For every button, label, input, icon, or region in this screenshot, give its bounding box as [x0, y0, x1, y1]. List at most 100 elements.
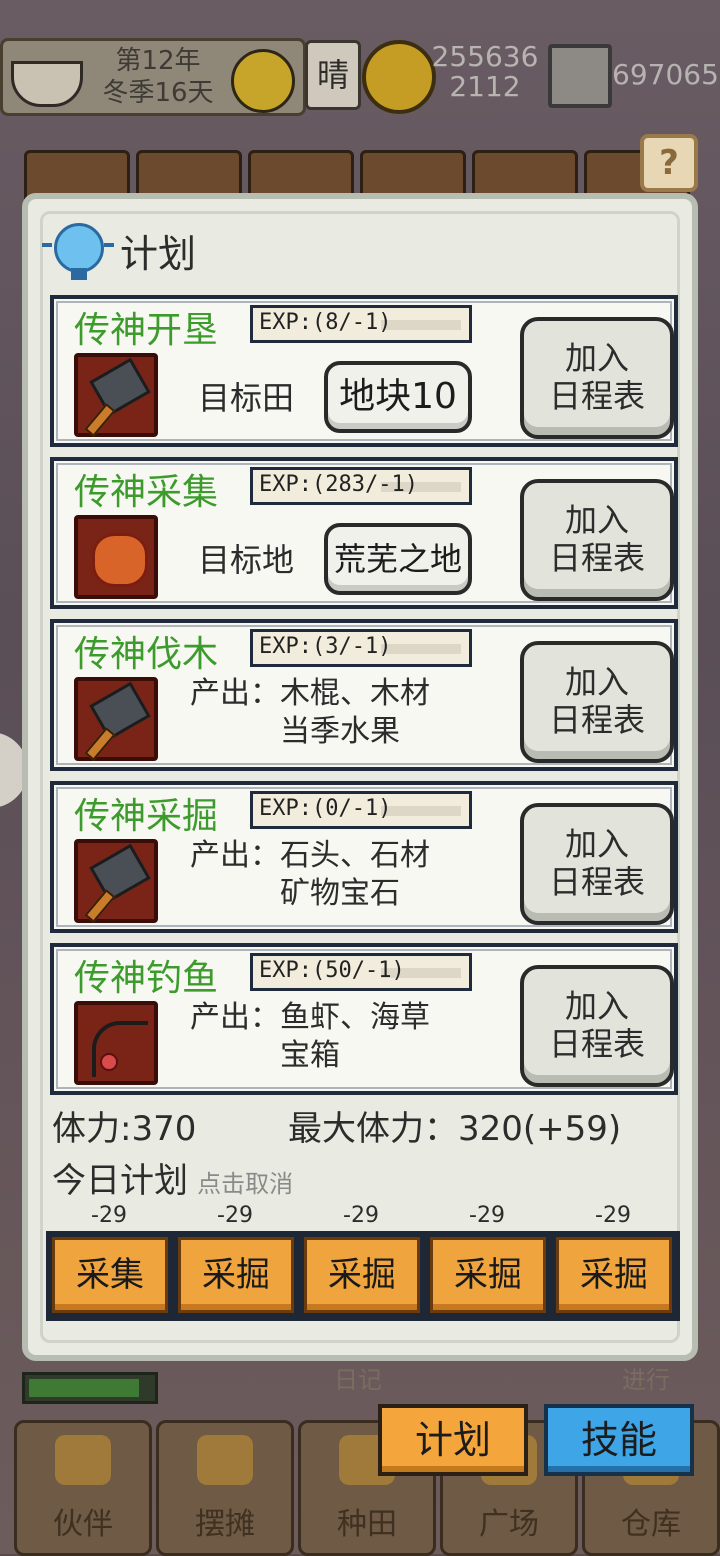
tab-plan-button[interactable]: 计划 [378, 1404, 528, 1476]
stamina-cost: -29 [469, 1203, 505, 1228]
stamina-row: 体力:370 最大体力：320(+59) [52, 1101, 621, 1150]
target-select-button[interactable]: 地块10 [324, 361, 472, 433]
add-label-line1: 加入 [564, 663, 629, 701]
plan-slot-button[interactable]: 采掘 [304, 1237, 420, 1313]
skill-name: 传神采掘 [74, 796, 219, 837]
plan-slot-button[interactable]: 采集 [52, 1237, 168, 1313]
stamina-cost: -29 [343, 1203, 379, 1228]
output-line1: 产出：鱼虾、海草 [190, 1000, 430, 1035]
exp-text: EXP:(0/-1) [259, 796, 392, 821]
add-label-line1: 加入 [564, 339, 629, 377]
background-progress-bar [22, 1372, 158, 1404]
plan-panel: 计划 传神开垦 EXP:(8/-1) 目标田 地块10 加入 日程表 传神采集 … [22, 193, 698, 1361]
bowl-icon [11, 61, 83, 107]
add-label-line2: 日程表 [548, 863, 645, 901]
exp-text: EXP:(50/-1) [259, 958, 405, 983]
exp-text: EXP:(3/-1) [259, 634, 392, 659]
partner-icon [55, 1435, 111, 1485]
add-to-schedule-button[interactable]: 加入 日程表 [520, 803, 674, 925]
top-status-bar: 第12年 冬季16天 晴 255636 2112 697065 [0, 30, 720, 116]
add-label-line1: 加入 [564, 987, 629, 1025]
output-text: 产出：木棍、木材 当季水果 [190, 675, 430, 751]
hammer-icon [74, 839, 158, 923]
hoe-icon [74, 353, 158, 437]
exp-bar: EXP:(283/-1) [250, 467, 472, 505]
nav-partner-button[interactable]: 伙伴 [14, 1420, 152, 1556]
stamina-value: 体力:370 [52, 1109, 197, 1149]
progress-label: 进行 [622, 1366, 670, 1394]
add-label-line2: 日程表 [548, 1025, 645, 1063]
skill-name: 传神伐木 [74, 634, 219, 675]
bulb-ray [42, 243, 52, 247]
add-label-line1: 加入 [564, 825, 629, 863]
skill-card-mining: 传神采掘 EXP:(0/-1) 产出：石头、石材 矿物宝石 加入 日程表 [50, 781, 678, 933]
output-line2: 宝箱 [280, 1038, 340, 1073]
today-plan-header: 今日计划 点击取消 [52, 1153, 293, 1202]
nav-stall-button[interactable]: 摆摊 [156, 1420, 294, 1556]
help-button[interactable]: ? [640, 134, 698, 192]
nav-label: 广场 [479, 1507, 539, 1542]
max-stamina-value: 最大体力：320(+59) [288, 1109, 622, 1149]
nav-label: 仓库 [621, 1507, 681, 1542]
date-panel: 第12年 冬季16天 [0, 38, 306, 116]
target-label: 目标田 [198, 379, 295, 417]
tap-to-cancel-hint: 点击取消 [197, 1170, 294, 1198]
stamina-cost: -29 [91, 1203, 127, 1228]
panel-title: 计划 [120, 232, 197, 276]
skill-card-fishing: 传神钓鱼 EXP:(50/-1) 产出：鱼虾、海草 宝箱 加入 日程表 [50, 943, 678, 1095]
exp-bar: EXP:(50/-1) [250, 953, 472, 991]
skill-name: 传神采集 [74, 472, 219, 513]
date-text: 第12年 冬季16天 [83, 45, 233, 109]
money-display: 255636 2112 [430, 42, 540, 102]
output-line1: 产出：木棍、木材 [190, 676, 430, 711]
plan-slot-button[interactable]: 采掘 [556, 1237, 672, 1313]
gem-icon [548, 44, 612, 108]
coin-icon [362, 40, 436, 114]
exp-bar: EXP:(3/-1) [250, 629, 472, 667]
diary-label: 日记 [334, 1366, 382, 1394]
skill-name: 传神开垦 [74, 310, 219, 351]
nav-label: 种田 [337, 1507, 397, 1542]
skill-name: 传神钓鱼 [74, 958, 219, 999]
flower-icon [74, 515, 158, 599]
money-main: 255636 [431, 40, 539, 73]
lightbulb-icon [54, 223, 104, 280]
year-label: 第12年 [115, 46, 201, 76]
output-text: 产出：石头、石材 矿物宝石 [190, 837, 430, 913]
output-line2: 当季水果 [280, 714, 400, 749]
add-to-schedule-button[interactable]: 加入 日程表 [520, 965, 674, 1087]
gem-count: 697065 [612, 58, 719, 91]
tab-skill-button[interactable]: 技能 [544, 1404, 694, 1476]
skill-card-reclaim: 传神开垦 EXP:(8/-1) 目标田 地块10 加入 日程表 [50, 295, 678, 447]
add-to-schedule-button[interactable]: 加入 日程表 [520, 641, 674, 763]
exp-text: EXP:(8/-1) [259, 310, 392, 335]
money-sub: 2112 [449, 70, 521, 103]
stamina-cost: -29 [217, 1203, 253, 1228]
add-label-line2: 日程表 [548, 539, 645, 577]
add-label-line2: 日程表 [548, 377, 645, 415]
bulb-ray [104, 243, 114, 247]
add-label-line1: 加入 [564, 501, 629, 539]
target-label: 目标地 [198, 541, 295, 579]
weather-label: 晴 [305, 40, 361, 110]
exp-bar: EXP:(0/-1) [250, 791, 472, 829]
plan-slot-button[interactable]: 采掘 [430, 1237, 546, 1313]
day-clock-icon [231, 49, 295, 113]
season-day-label: 冬季16天 [102, 78, 214, 108]
add-to-schedule-button[interactable]: 加入 日程表 [520, 317, 674, 439]
axe-icon [74, 677, 158, 761]
nav-label: 摆摊 [195, 1507, 255, 1542]
plan-slot-row: 采集 采掘 采掘 采掘 采掘 [46, 1231, 680, 1321]
target-select-button[interactable]: 荒芜之地 [324, 523, 472, 595]
exp-bar: EXP:(8/-1) [250, 305, 472, 343]
fishing-rod-icon [74, 1001, 158, 1085]
add-to-schedule-button[interactable]: 加入 日程表 [520, 479, 674, 601]
plan-slot-button[interactable]: 采掘 [178, 1237, 294, 1313]
exp-text: EXP:(283/-1) [259, 472, 418, 497]
skill-card-logging: 传神伐木 EXP:(3/-1) 产出：木棍、木材 当季水果 加入 日程表 [50, 619, 678, 771]
output-line1: 产出：石头、石材 [190, 838, 430, 873]
add-label-line2: 日程表 [548, 701, 645, 739]
skill-card-gather: 传神采集 EXP:(283/-1) 目标地 荒芜之地 加入 日程表 [50, 457, 678, 609]
stall-icon [197, 1435, 253, 1485]
today-plan-title: 今日计划 [52, 1161, 188, 1201]
